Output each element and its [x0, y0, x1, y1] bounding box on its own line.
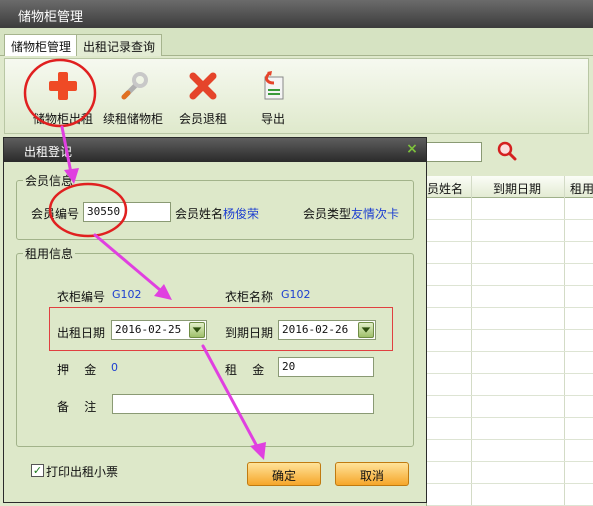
- tab-bar: 储物柜管理 出租记录查询: [0, 28, 593, 56]
- rent-info-group: 租用信息 衣柜编号 G102 衣柜名称 G102 出租日期 2016-02-25…: [16, 245, 414, 447]
- member-type-value: 友情次卡: [351, 207, 400, 221]
- tab-rental-records[interactable]: 出租记录查询: [76, 34, 163, 56]
- table-row[interactable]: [427, 374, 593, 396]
- member-no-input[interactable]: 30550: [83, 202, 171, 222]
- remark-label: 备 注: [57, 400, 97, 414]
- table-row[interactable]: [427, 484, 593, 506]
- due-date-picker[interactable]: 2016-02-26: [278, 320, 376, 340]
- table-row[interactable]: [427, 440, 593, 462]
- cancel-button[interactable]: 取消: [335, 462, 409, 486]
- deposit-label: 押 金: [57, 363, 97, 377]
- window-title: 储物柜管理: [0, 0, 593, 28]
- table-row[interactable]: [427, 264, 593, 286]
- table-row[interactable]: [427, 242, 593, 264]
- member-name-label: 会员姓名: [175, 207, 224, 221]
- search-icon[interactable]: [496, 140, 518, 162]
- table-row[interactable]: [427, 352, 593, 374]
- member-no-label: 会员编号: [31, 207, 80, 221]
- export-label: 导出: [260, 112, 285, 126]
- rent-info-title: 租用信息: [23, 245, 76, 262]
- col-rent: 租用: [570, 182, 593, 196]
- plus-icon: [49, 72, 77, 100]
- table-row[interactable]: [427, 220, 593, 242]
- table-row[interactable]: [427, 396, 593, 418]
- locker-name-value: G102: [281, 288, 311, 301]
- dialog-title: 出租登记: [4, 138, 426, 162]
- rent-locker-label: 储物柜出租: [32, 112, 93, 126]
- toolbar: 储物柜出租 续租储物柜 会员退租 导出: [4, 58, 589, 134]
- table-row[interactable]: [427, 286, 593, 308]
- rent-date-picker[interactable]: 2016-02-25: [111, 320, 207, 340]
- x-icon: [189, 72, 217, 100]
- locker-no-value: G102: [112, 288, 142, 301]
- table-row[interactable]: [427, 198, 593, 220]
- locker-no-label: 衣柜编号: [57, 290, 106, 304]
- member-info-group: 会员信息 会员编号 30550 会员姓名 杨俊荣 会员类型 友情次卡: [16, 172, 414, 240]
- rent-amount-input[interactable]: 20: [278, 357, 374, 377]
- print-receipt-label: 打印出租小票: [46, 465, 119, 479]
- remark-input[interactable]: [112, 394, 374, 414]
- member-name-value: 杨俊荣: [223, 207, 260, 221]
- locker-name-label: 衣柜名称: [225, 290, 274, 304]
- table-row[interactable]: [427, 330, 593, 352]
- rent-date-value: 2016-02-25: [115, 323, 182, 336]
- renew-locker-label: 续租储物柜: [102, 112, 163, 126]
- table-row[interactable]: [427, 418, 593, 440]
- table-row[interactable]: [427, 462, 593, 484]
- member-return-label: 会员退租: [178, 112, 227, 126]
- confirm-button[interactable]: 确定: [247, 462, 321, 486]
- member-info-title: 会员信息: [23, 172, 76, 189]
- wrench-icon: [121, 72, 148, 100]
- export-button[interactable]: 导出: [253, 69, 293, 127]
- rent-amount-label: 租 金: [225, 363, 265, 377]
- chevron-down-icon[interactable]: [189, 322, 205, 338]
- table-row[interactable]: [427, 308, 593, 330]
- member-type-label: 会员类型: [303, 207, 352, 221]
- export-icon: [264, 71, 284, 100]
- deposit-value: 0: [111, 361, 118, 374]
- due-date-label: 到期日期: [225, 326, 274, 340]
- locker-grid: 员姓名 到期日期 租用: [426, 176, 593, 506]
- chevron-down-icon[interactable]: [358, 322, 374, 338]
- grid-header: 员姓名 到期日期 租用: [427, 176, 593, 198]
- due-date-value: 2016-02-26: [282, 323, 349, 336]
- close-icon[interactable]: ×: [404, 141, 420, 157]
- rent-locker-button[interactable]: 储物柜出租: [31, 69, 95, 127]
- tab-locker-management[interactable]: 储物柜管理: [4, 34, 79, 56]
- rent-dialog: 出租登记 × 会员信息 会员编号 30550 会员姓名 杨俊荣 会员类型 友情次…: [3, 137, 427, 503]
- col-member-name: 员姓名: [427, 182, 464, 196]
- print-receipt-checkbox[interactable]: ✓: [31, 464, 44, 477]
- search-input[interactable]: [420, 142, 482, 162]
- member-return-button[interactable]: 会员退租: [175, 69, 231, 127]
- renew-locker-button[interactable]: 续租储物柜: [101, 69, 165, 127]
- col-due-date: 到期日期: [493, 182, 542, 196]
- rent-date-label: 出租日期: [57, 326, 106, 340]
